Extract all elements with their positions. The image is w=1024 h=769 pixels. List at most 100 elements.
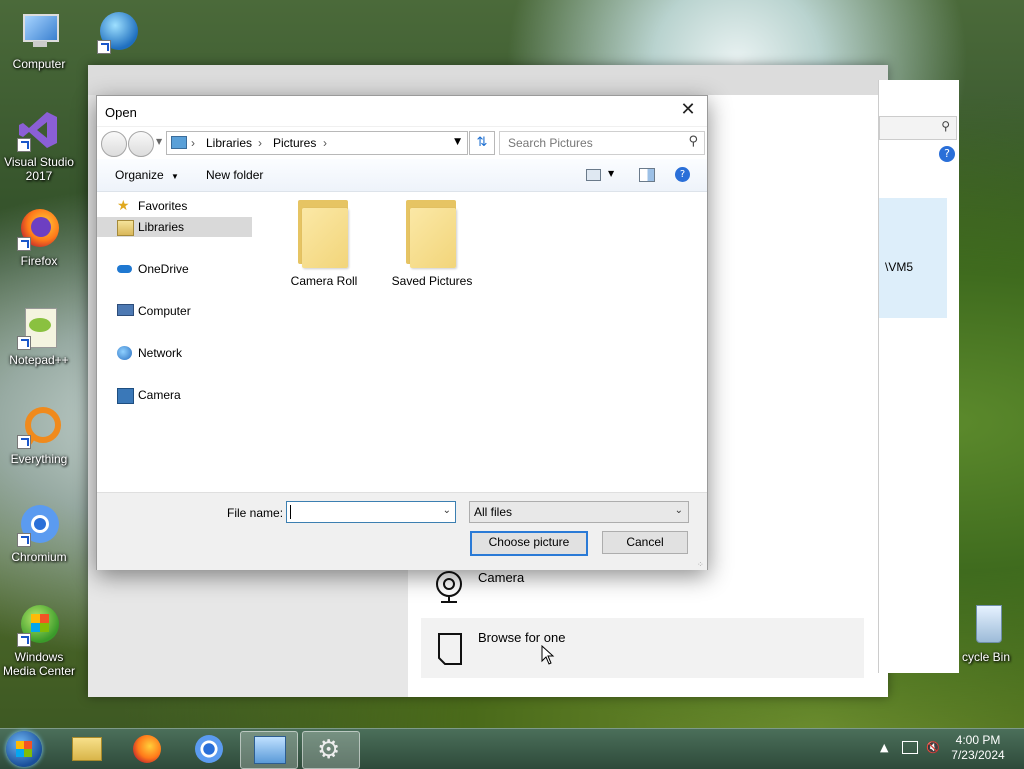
command-toolbar: Organize ▼ New folder ▼ ? (97, 159, 707, 192)
open-file-dialog: Open ✕ ▼ › Libraries › Pictures › ▼ ⇅ Se… (96, 95, 708, 570)
folder-icon (402, 198, 462, 270)
desktop-icon-firefox[interactable]: Firefox (1, 207, 77, 268)
file-explorer-icon (72, 737, 102, 761)
refresh-button[interactable]: ⇅ (469, 131, 495, 155)
search-icon: ⚲ (688, 134, 698, 149)
selected-row[interactable] (879, 198, 947, 318)
breadcrumb-pictures[interactable]: Pictures (273, 136, 316, 150)
search-placeholder: Search Pictures (508, 136, 593, 150)
desktop-icon-label: Everything (10, 452, 68, 466)
windows-logo-icon (16, 741, 32, 757)
nav-item-libraries[interactable]: Libraries (97, 217, 252, 237)
desktop-icon-label: Windows Media Center (2, 650, 76, 678)
desktop-icon-visual-studio[interactable]: Visual Studio 2017 (1, 108, 77, 183)
chromium-icon (195, 735, 223, 763)
nav-item-network[interactable]: Network (97, 343, 252, 363)
camera-icon (117, 388, 134, 404)
taskbar-chromium[interactable] (182, 731, 238, 767)
nav-item-favorites[interactable]: ★ Favorites (97, 196, 252, 216)
taskbar-control-panel[interactable] (240, 731, 298, 769)
dialog-titlebar[interactable]: Open ✕ (97, 96, 707, 126)
search-box[interactable]: Search Pictures ⚲ (499, 131, 705, 155)
webcam-icon (436, 571, 462, 603)
new-folder-button[interactable]: New folder (206, 168, 263, 182)
network-status-icon[interactable] (902, 741, 918, 754)
dialog-footer: File name: ⌄ All files ⌄ Choose picture … (97, 492, 707, 570)
desktop-icon-computer[interactable]: Computer (1, 10, 77, 71)
desktop-icon-windows-media-center[interactable]: Windows Media Center (1, 603, 77, 678)
cancel-button[interactable]: Cancel (602, 531, 688, 554)
taskbar-file-explorer[interactable] (58, 731, 114, 767)
recycle-bin-icon (964, 603, 1008, 647)
option-browse-for-one[interactable]: Browse for one (421, 618, 864, 678)
refresh-icon: ⇅ (476, 135, 488, 150)
globe-icon (97, 10, 141, 54)
library-folder-icon (171, 136, 187, 149)
taskbar-settings[interactable]: ⚙ (302, 731, 360, 769)
chromium-icon (17, 503, 61, 547)
nav-item-label: Libraries (138, 220, 185, 234)
folder-item[interactable]: Camera Roll (279, 198, 369, 288)
back-button[interactable] (101, 131, 127, 157)
file-name-label: File name: (227, 506, 284, 520)
search-icon: ⚲ (941, 119, 950, 133)
desktop-icon-label: Visual Studio 2017 (4, 155, 74, 183)
text-caret (290, 505, 291, 519)
breadcrumb-libraries[interactable]: Libraries (206, 136, 252, 150)
star-icon: ★ (117, 198, 130, 214)
nav-item-onedrive[interactable]: OneDrive (97, 259, 252, 279)
desktop-icon-label: Chromium (11, 550, 67, 564)
background-window-titlebar (88, 65, 888, 95)
file-type-value: All files (474, 505, 513, 519)
preview-pane-icon[interactable] (639, 168, 655, 182)
desktop-icon-partial[interactable] (94, 10, 144, 57)
firefox-icon (17, 207, 61, 251)
resize-grip-icon[interactable]: ⁘ (697, 560, 705, 569)
help-icon[interactable]: ? (675, 167, 690, 182)
desktop-icon-chromium[interactable]: Chromium (1, 503, 77, 564)
libraries-icon (117, 220, 134, 236)
windows-media-center-icon (17, 603, 61, 647)
visual-studio-icon (17, 108, 61, 152)
recent-locations-chevron-icon[interactable]: ▼ (156, 137, 162, 146)
change-view-icon[interactable] (586, 169, 601, 181)
help-icon[interactable]: ? (939, 146, 955, 162)
system-clock[interactable]: 4:00 PM 7/23/2024 (950, 733, 1006, 763)
new-folder-label: New folder (206, 168, 264, 182)
navigation-row: ▼ › Libraries › Pictures › ▼ ⇅ Search Pi… (97, 127, 707, 159)
background-explorer-window: ⚲ ? \VM5 (878, 80, 959, 673)
close-icon[interactable]: ✕ (677, 100, 699, 120)
choose-picture-button[interactable]: Choose picture (470, 531, 588, 556)
volume-muted-icon[interactable]: 🔇 (926, 741, 940, 754)
everything-search-icon (17, 405, 61, 449)
nav-item-label: OneDrive (138, 262, 189, 276)
file-type-select[interactable]: All files ⌄ (469, 501, 689, 523)
view-options-chevron-icon[interactable]: ▼ (608, 169, 614, 178)
start-button[interactable] (6, 731, 42, 767)
address-bar[interactable]: › Libraries › Pictures › ▼ (166, 131, 468, 155)
organize-button[interactable]: Organize ▼ (115, 168, 179, 182)
file-icon (438, 633, 462, 665)
onedrive-cloud-icon (117, 265, 132, 273)
background-search-box[interactable]: ⚲ (879, 116, 957, 140)
nav-item-computer[interactable]: Computer (97, 301, 252, 321)
desktop-icon-recycle-bin[interactable]: cycle Bin (948, 603, 1024, 664)
nav-item-camera[interactable]: Camera (97, 385, 252, 405)
address-dropdown-chevron-icon[interactable]: ▼ (454, 137, 461, 147)
clock-date: 7/23/2024 (951, 748, 1005, 762)
desktop-icon-everything[interactable]: Everything (1, 405, 77, 466)
forward-button[interactable] (128, 131, 154, 157)
show-hidden-icons-icon[interactable]: ▲ (880, 741, 888, 754)
desktop-icon-label: cycle Bin (961, 650, 1011, 664)
file-name-input[interactable]: ⌄ (286, 501, 456, 523)
file-list: Camera Roll Saved Pictures (257, 192, 707, 492)
chevron-down-icon[interactable]: ⌄ (443, 505, 451, 516)
dialog-title: Open (105, 105, 137, 120)
taskbar-firefox[interactable] (120, 731, 176, 767)
taskbar: ⚙ ▲ 🔇 4:00 PM 7/23/2024 (0, 728, 1024, 769)
folder-item[interactable]: Saved Pictures (387, 198, 477, 288)
nav-item-label: Computer (138, 304, 191, 318)
folder-icon (294, 198, 354, 270)
desktop-icon-notepad-plus-plus[interactable]: Notepad++ (1, 306, 77, 367)
clock-time: 4:00 PM (955, 733, 1001, 747)
